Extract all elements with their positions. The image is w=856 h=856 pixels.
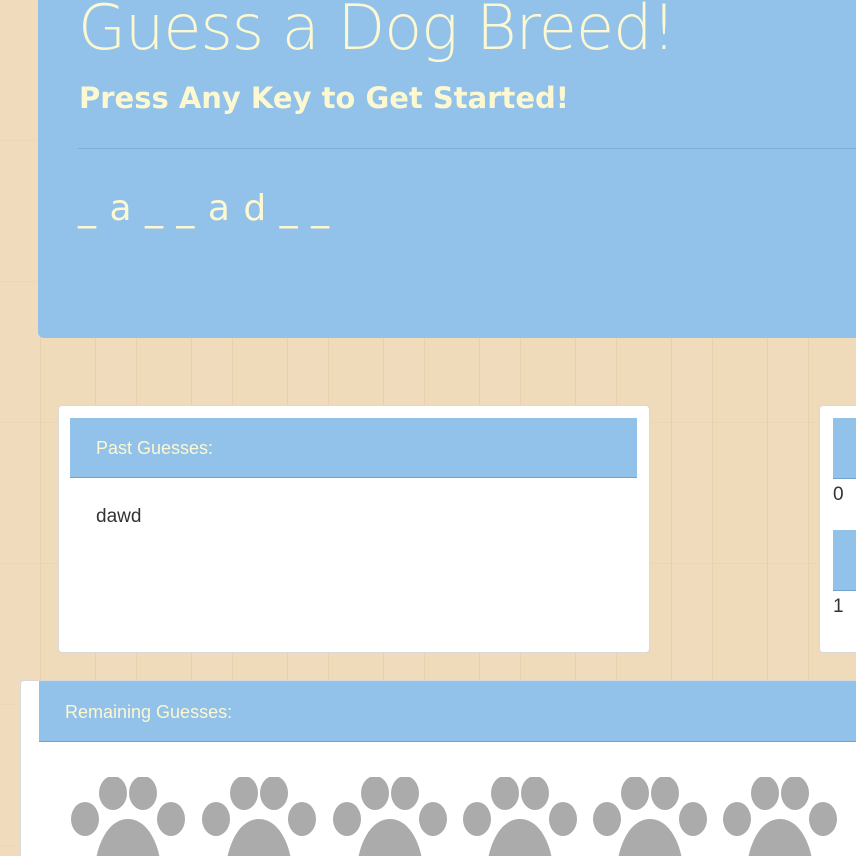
page-title: Guess a Dog Breed! bbox=[78, 0, 676, 64]
stats-header-2 bbox=[833, 530, 856, 591]
past-guesses-panel: Past Guesses: dawd bbox=[58, 405, 650, 653]
past-guesses-header: Past Guesses: bbox=[70, 418, 637, 478]
remaining-guesses-header: Remaining Guesses: bbox=[39, 681, 856, 742]
paw-print-icon bbox=[723, 777, 837, 856]
divider bbox=[78, 148, 856, 149]
paw-print-icon bbox=[593, 777, 707, 856]
paw-print-icon bbox=[202, 777, 316, 856]
past-guesses-value: dawd bbox=[96, 506, 142, 527]
remaining-guesses-panel: Remaining Guesses: bbox=[20, 680, 856, 856]
start-instruction: Press Any Key to Get Started! bbox=[79, 81, 570, 115]
stats-panel: 0 1 bbox=[819, 405, 856, 653]
paw-print-icon bbox=[333, 777, 447, 856]
stats-header-1 bbox=[833, 418, 856, 479]
paw-row bbox=[69, 777, 856, 856]
stats-value-1: 0 bbox=[833, 484, 844, 505]
header-jumbotron: Guess a Dog Breed! Press Any Key to Get … bbox=[38, 0, 856, 338]
paw-print-icon bbox=[463, 777, 577, 856]
stats-value-2: 1 bbox=[833, 596, 844, 617]
word-display: _ a _ _ a d _ _ bbox=[78, 188, 331, 229]
paw-print-icon bbox=[71, 777, 185, 856]
